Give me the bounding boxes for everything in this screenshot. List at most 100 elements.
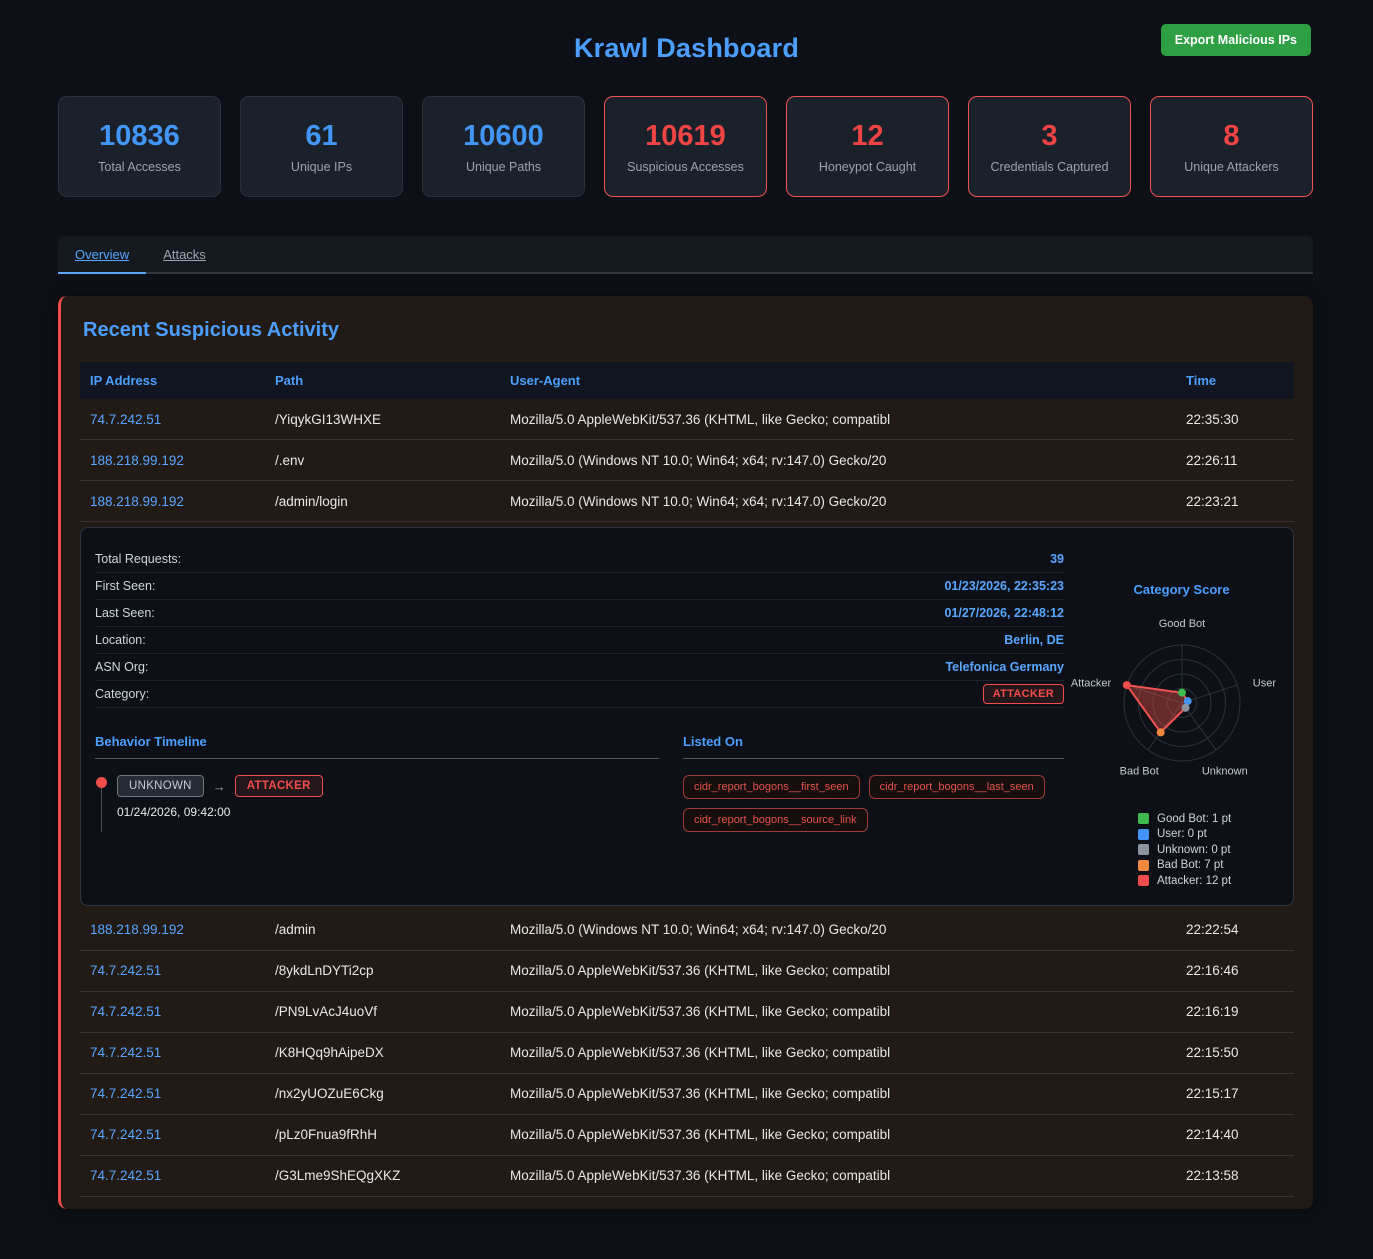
path-cell: /8ykdLnDYTi2cp — [275, 963, 510, 978]
stat-card-honeypot-caught: 12 Honeypot Caught — [786, 96, 949, 197]
table-row[interactable]: 188.218.99.192 /admin/login Mozilla/5.0 … — [80, 481, 1294, 522]
path-cell: /nx2yUOZuE6Ckg — [275, 1086, 510, 1101]
time-cell: 22:15:50 — [1186, 1045, 1294, 1060]
table-row[interactable]: 74.7.242.51 /K8HQq9hAipeDX Mozilla/5.0 A… — [80, 1033, 1294, 1074]
user-agent-cell: Mozilla/5.0 AppleWebKit/537.36 (KHTML, l… — [510, 1127, 1186, 1142]
ip-detail-card: Total Requests: 39 First Seen: 01/23/202… — [80, 527, 1294, 906]
listed-on-badge: cidr_report_bogons__source_link — [683, 808, 868, 832]
timeline-dot-icon — [96, 777, 107, 788]
chart-legend: Good Bot: 1 pt User: 0 pt Unknown: 0 pt … — [1084, 811, 1279, 889]
arrow-right-icon: → — [213, 779, 226, 794]
time-cell: 22:16:46 — [1186, 963, 1294, 978]
stat-value: 61 — [305, 120, 337, 153]
recent-suspicious-activity-panel: Recent Suspicious Activity IP Address Pa… — [58, 296, 1313, 1209]
user-agent-cell: Mozilla/5.0 AppleWebKit/537.36 (KHTML, l… — [510, 963, 1186, 978]
tab-overview[interactable]: Overview — [58, 236, 146, 274]
stat-card-total-accesses: 10836 Total Accesses — [58, 96, 221, 197]
column-header-user-agent: User-Agent — [510, 373, 1186, 388]
user-agent-cell: Mozilla/5.0 AppleWebKit/537.36 (KHTML, l… — [510, 1168, 1186, 1183]
info-row-last-seen: Last Seen: 01/27/2026, 22:48:12 — [95, 600, 1064, 627]
divider — [95, 758, 659, 759]
info-value: 01/27/2026, 22:48:12 — [944, 606, 1064, 620]
legend-item-bad-bot: Bad Bot: 7 pt — [1138, 858, 1279, 874]
legend-swatch — [1138, 829, 1149, 840]
time-cell: 22:22:54 — [1186, 922, 1294, 937]
tab-bar: Overview Attacks — [58, 236, 1313, 274]
info-label: Last Seen: — [95, 606, 155, 620]
table-row[interactable]: 188.218.99.192 /admin Mozilla/5.0 (Windo… — [80, 910, 1294, 951]
timeline-date: 01/24/2026, 09:42:00 — [117, 805, 323, 819]
stat-label: Credentials Captured — [990, 160, 1108, 174]
ip-link[interactable]: 188.218.99.192 — [90, 453, 184, 468]
legend-item-user: User: 0 pt — [1138, 827, 1279, 843]
behavior-timeline-heading: Behavior Timeline — [95, 734, 659, 749]
divider — [683, 758, 1064, 759]
tab-attacks[interactable]: Attacks — [146, 236, 223, 274]
timeline-to-badge: ATTACKER — [235, 775, 323, 797]
table-row[interactable]: 74.7.242.51 /PN9LvAcJ4uoVf Mozilla/5.0 A… — [80, 992, 1294, 1033]
ip-link[interactable]: 188.218.99.192 — [90, 922, 184, 937]
stat-label: Suspicious Accesses — [627, 160, 744, 174]
timeline-from-badge: UNKNOWN — [117, 775, 204, 797]
table-row[interactable]: 74.7.242.51 /G3Lme9ShEQgXKZ Mozilla/5.0 … — [80, 1156, 1294, 1197]
ip-link[interactable]: 74.7.242.51 — [90, 412, 161, 427]
column-header-time: Time — [1186, 373, 1294, 388]
user-agent-cell: Mozilla/5.0 AppleWebKit/537.36 (KHTML, l… — [510, 1086, 1186, 1101]
app-header: Krawl Dashboard Export Malicious IPs — [0, 0, 1373, 96]
path-cell: /.env — [275, 453, 510, 468]
ip-link[interactable]: 74.7.242.51 — [90, 1004, 161, 1019]
svg-text:Unknown: Unknown — [1202, 765, 1248, 777]
info-label: Category: — [95, 687, 149, 701]
ip-link[interactable]: 188.218.99.192 — [90, 494, 184, 509]
path-cell: /G3Lme9ShEQgXKZ — [275, 1168, 510, 1183]
legend-item-attacker: Attacker: 12 pt — [1138, 873, 1279, 889]
path-cell: /PN9LvAcJ4uoVf — [275, 1004, 510, 1019]
info-row-asn-org: ASN Org: Telefonica Germany — [95, 654, 1064, 681]
table-row[interactable]: 74.7.242.51 /YiqykGI13WHXE Mozilla/5.0 A… — [80, 399, 1294, 440]
ip-detail-info: Total Requests: 39 First Seen: 01/23/202… — [95, 546, 1064, 889]
stat-card-unique-paths: 10600 Unique Paths — [422, 96, 585, 197]
info-row-category: Category: ATTACKER — [95, 681, 1064, 708]
listed-on-badge: cidr_report_bogons__last_seen — [869, 775, 1045, 799]
panel-title: Recent Suspicious Activity — [83, 319, 1294, 342]
stat-label: Unique IPs — [291, 160, 352, 174]
path-cell: /pLz0Fnua9fRhH — [275, 1127, 510, 1142]
table-row[interactable]: 74.7.242.51 /8ykdLnDYTi2cp Mozilla/5.0 A… — [80, 951, 1294, 992]
path-cell: /admin — [275, 922, 510, 937]
radar-chart: Good BotUserUnknownBad BotAttacker — [1067, 611, 1297, 789]
ip-link[interactable]: 74.7.242.51 — [90, 1168, 161, 1183]
ip-link[interactable]: 74.7.242.51 — [90, 963, 161, 978]
user-agent-cell: Mozilla/5.0 (Windows NT 10.0; Win64; x64… — [510, 453, 1186, 468]
info-row-location: Location: Berlin, DE — [95, 627, 1064, 654]
stat-label: Total Accesses — [98, 160, 181, 174]
info-row-first-seen: First Seen: 01/23/2026, 22:35:23 — [95, 573, 1064, 600]
stat-label: Honeypot Caught — [819, 160, 916, 174]
path-cell: /K8HQq9hAipeDX — [275, 1045, 510, 1060]
stat-value: 8 — [1223, 120, 1239, 153]
legend-item-unknown: Unknown: 0 pt — [1138, 842, 1279, 858]
time-cell: 22:15:17 — [1186, 1086, 1294, 1101]
export-malicious-ips-button[interactable]: Export Malicious IPs — [1161, 24, 1311, 56]
category-score-chart: Category Score Good BotUserUnknownBad Bo… — [1084, 546, 1279, 889]
table-header: IP Address Path User-Agent Time — [80, 362, 1294, 399]
ip-link[interactable]: 74.7.242.51 — [90, 1045, 161, 1060]
table-row[interactable]: 74.7.242.51 /nx2yUOZuE6Ckg Mozilla/5.0 A… — [80, 1074, 1294, 1115]
user-agent-cell: Mozilla/5.0 AppleWebKit/537.36 (KHTML, l… — [510, 412, 1186, 427]
ip-link[interactable]: 74.7.242.51 — [90, 1127, 161, 1142]
table-row[interactable]: 74.7.242.51 /pLz0Fnua9fRhH Mozilla/5.0 A… — [80, 1115, 1294, 1156]
user-agent-cell: Mozilla/5.0 AppleWebKit/537.36 (KHTML, l… — [510, 1004, 1186, 1019]
table-row[interactable]: 188.218.99.192 /.env Mozilla/5.0 (Window… — [80, 440, 1294, 481]
path-cell: /admin/login — [275, 494, 510, 509]
info-label: Location: — [95, 633, 146, 647]
time-cell: 22:26:11 — [1186, 453, 1294, 468]
timeline-line — [101, 788, 102, 832]
stat-card-unique-ips: 61 Unique IPs — [240, 96, 403, 197]
timeline-marker — [95, 777, 107, 832]
legend-item-good-bot: Good Bot: 1 pt — [1138, 811, 1279, 827]
user-agent-cell: Mozilla/5.0 AppleWebKit/537.36 (KHTML, l… — [510, 1045, 1186, 1060]
chart-title: Category Score — [1084, 582, 1279, 597]
listed-on-badge: cidr_report_bogons__first_seen — [683, 775, 860, 799]
ip-link[interactable]: 74.7.242.51 — [90, 1086, 161, 1101]
info-label: Total Requests: — [95, 552, 181, 566]
stat-label: Unique Attackers — [1184, 160, 1279, 174]
